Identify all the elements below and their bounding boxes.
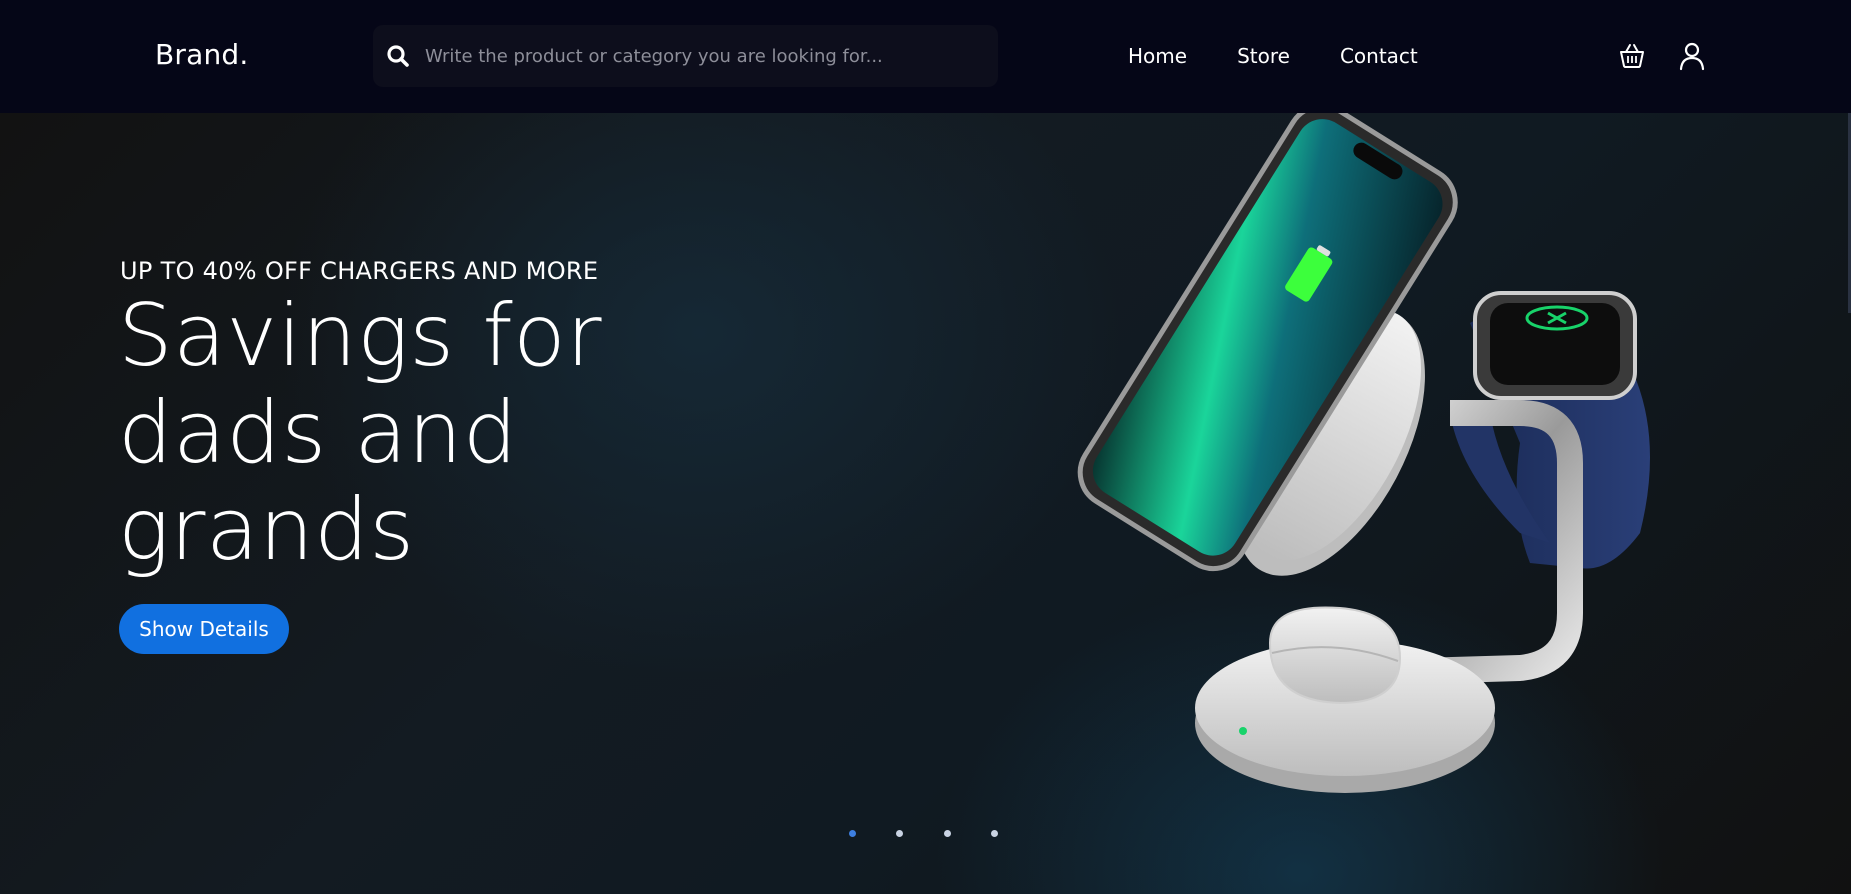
- headline-line-1: Savings for: [118, 286, 603, 386]
- carousel-dots: [0, 830, 1851, 840]
- site-header: Brand. Home Store Contact: [0, 0, 1851, 113]
- carousel-dot-3[interactable]: [944, 830, 951, 837]
- search-icon[interactable]: [385, 43, 413, 71]
- carousel-dot-1[interactable]: [849, 830, 856, 837]
- nav-store[interactable]: Store: [1237, 44, 1290, 68]
- search-bar[interactable]: [373, 25, 998, 87]
- hero-eyebrow: UP TO 40% OFF CHARGERS AND MORE: [120, 257, 599, 285]
- basket-icon[interactable]: [1616, 40, 1648, 72]
- hero-banner: UP TO 40% OFF CHARGERS AND MORE Savings …: [0, 113, 1851, 894]
- carousel-dot-2[interactable]: [896, 830, 903, 837]
- headline-line-2: dads and: [118, 383, 518, 483]
- carousel-dot-4[interactable]: [991, 830, 998, 837]
- nav-contact[interactable]: Contact: [1340, 44, 1418, 68]
- product-image: [1077, 113, 1650, 793]
- main-nav: Home Store Contact: [1128, 44, 1468, 68]
- search-input[interactable]: [425, 25, 985, 87]
- headline-line-3: grands: [118, 480, 415, 580]
- user-icon[interactable]: [1676, 40, 1708, 72]
- nav-home[interactable]: Home: [1128, 44, 1187, 68]
- show-details-button[interactable]: Show Details: [119, 604, 289, 654]
- brand-logo[interactable]: Brand.: [155, 38, 249, 71]
- hero-headline: Savings for dads and grands: [118, 288, 738, 579]
